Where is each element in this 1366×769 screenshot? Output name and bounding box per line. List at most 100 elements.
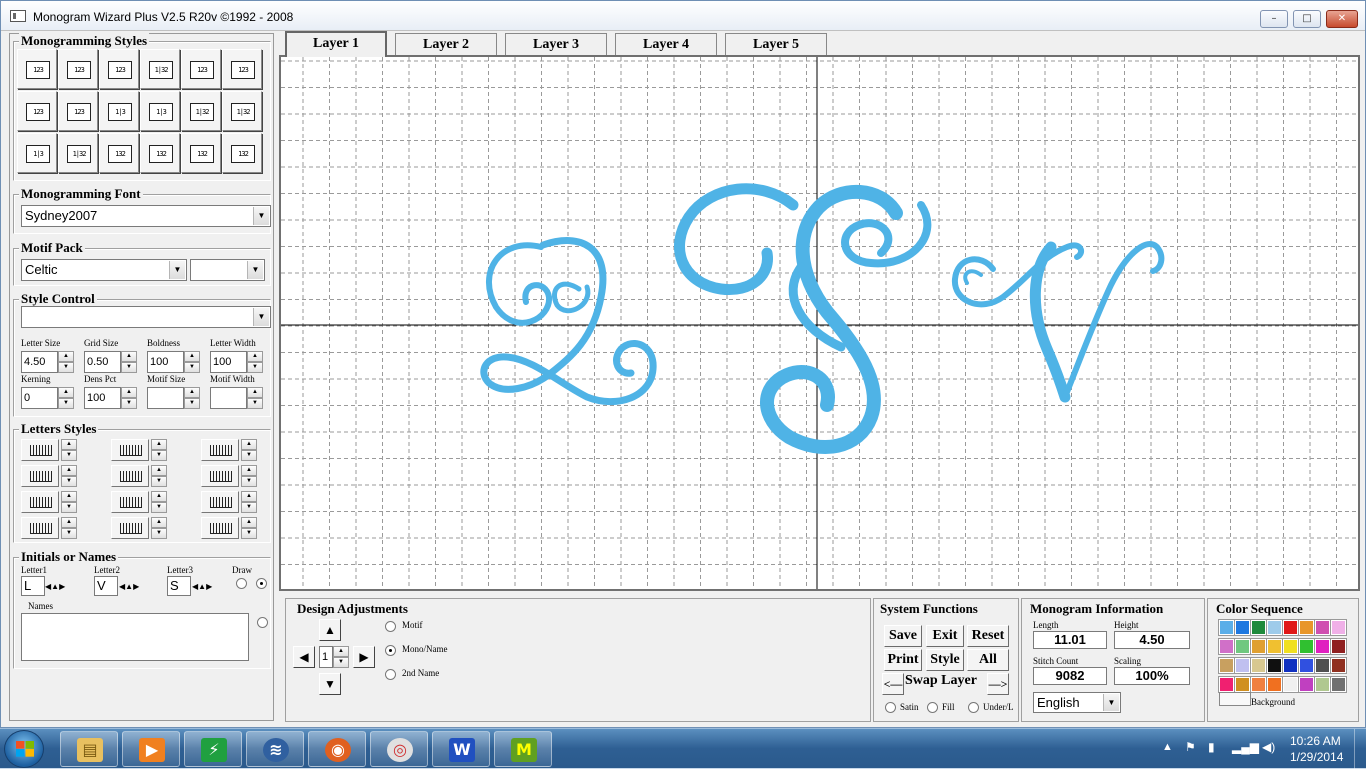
color-swatch[interactable]: [1314, 657, 1331, 674]
monogram-design[interactable]: [281, 57, 1358, 589]
monogram-style-button[interactable]: 123: [17, 91, 57, 131]
stepper-up-icon[interactable]: ▲: [151, 439, 167, 450]
fill-radio[interactable]: [927, 702, 938, 713]
monogram-style-button[interactable]: 123: [99, 49, 139, 89]
monogram-style-button[interactable]: 1|3: [17, 133, 57, 173]
stepper-down-icon[interactable]: ▼: [184, 398, 200, 409]
stepper-arrows[interactable]: ▲ ▼: [247, 351, 263, 373]
step-value[interactable]: 1: [319, 646, 333, 668]
stepper-down-icon[interactable]: ▼: [151, 450, 167, 461]
letter-style-button[interactable]: [201, 517, 239, 539]
font-select[interactable]: Sydney2007 ▼: [21, 205, 271, 227]
stepper-down-icon[interactable]: ▼: [121, 362, 137, 373]
letter-style-button[interactable]: [111, 465, 149, 487]
draw-off-radio[interactable]: [236, 578, 247, 589]
stepper-up-icon[interactable]: ▲: [61, 491, 77, 502]
letter-style-button[interactable]: [201, 465, 239, 487]
maximize-button[interactable]: □: [1293, 10, 1321, 28]
letter1-input[interactable]: L: [21, 576, 45, 596]
stepper-up-icon[interactable]: ▲: [58, 351, 74, 362]
stepper-up-icon[interactable]: ▲: [121, 351, 137, 362]
color-swatch[interactable]: [1250, 676, 1267, 693]
satin-radio[interactable]: [885, 702, 896, 713]
step-up[interactable]: ▲: [333, 646, 349, 657]
tab-layer-3[interactable]: Layer 3: [505, 33, 607, 55]
chevron-down-icon[interactable]: ▼: [253, 207, 269, 225]
reset-button[interactable]: Reset: [967, 625, 1009, 647]
background-swatch[interactable]: [1219, 692, 1251, 706]
chevron-down-icon[interactable]: ▼: [253, 308, 269, 326]
monogram-style-button[interactable]: 1|32: [181, 91, 221, 131]
stepper-arrows[interactable]: ▲ ▼: [184, 387, 200, 409]
design-canvas[interactable]: [279, 55, 1360, 591]
move-up-button[interactable]: ▲: [319, 619, 341, 641]
taskbar-button[interactable]: ◉: [308, 731, 366, 767]
monogram-style-button[interactable]: 123: [222, 49, 262, 89]
monogram-style-button[interactable]: 123: [181, 49, 221, 89]
stepper-down-icon[interactable]: ▼: [184, 362, 200, 373]
save-button[interactable]: Save: [884, 625, 922, 647]
stepper-up-icon[interactable]: ▲: [121, 387, 137, 398]
stepper-arrows[interactable]: ▲ ▼: [184, 351, 200, 373]
show-hidden-icons[interactable]: ▲: [1162, 741, 1173, 753]
clock-time[interactable]: 10:26 AM: [1290, 734, 1341, 748]
show-desktop-button[interactable]: [1354, 729, 1366, 769]
stepper-up-icon[interactable]: ▲: [241, 491, 257, 502]
stepper-down-icon[interactable]: ▼: [241, 450, 257, 461]
stepper-down-icon[interactable]: ▼: [241, 528, 257, 539]
color-swatch[interactable]: [1282, 676, 1299, 693]
color-swatch[interactable]: [1234, 676, 1251, 693]
stepper-up-icon[interactable]: ▲: [61, 517, 77, 528]
monogram-style-button[interactable]: 1|32: [58, 133, 98, 173]
monogram-style-button[interactable]: 123: [17, 49, 57, 89]
stepper-down-icon[interactable]: ▼: [241, 476, 257, 487]
letter-style-button[interactable]: [201, 439, 239, 461]
chevron-down-icon[interactable]: ▼: [169, 261, 185, 279]
stepper-down-icon[interactable]: ▼: [61, 528, 77, 539]
letter-style-button[interactable]: [21, 465, 59, 487]
color-swatch[interactable]: [1298, 657, 1315, 674]
color-swatch[interactable]: [1234, 638, 1251, 655]
monogram-style-button[interactable]: 1|32: [140, 49, 180, 89]
color-swatch[interactable]: [1330, 676, 1347, 693]
letter1-arrows[interactable]: ◀▲▶: [45, 578, 65, 593]
style-field-value[interactable]: [147, 387, 184, 409]
names-radio[interactable]: [257, 617, 268, 628]
swap-right-button[interactable]: —>: [987, 673, 1009, 695]
style-field-value[interactable]: 100: [147, 351, 184, 373]
monogram-style-button[interactable]: 1|3: [99, 91, 139, 131]
monogram-style-button[interactable]: 1|32: [222, 91, 262, 131]
letter-style-button[interactable]: [111, 491, 149, 513]
second-name-radio[interactable]: [385, 669, 396, 680]
monogram-style-button[interactable]: 123: [58, 91, 98, 131]
letter-style-button[interactable]: [201, 491, 239, 513]
stepper-up-icon[interactable]: ▲: [61, 465, 77, 476]
taskbar-button[interactable]: W: [432, 731, 490, 767]
stepper-arrows[interactable]: ▲ ▼: [247, 387, 263, 409]
swap-left-button[interactable]: <—: [882, 673, 904, 695]
motif-select[interactable]: Celtic ▼: [21, 259, 187, 281]
move-right-button[interactable]: ▶: [353, 646, 375, 668]
letter2-arrows[interactable]: ◀▲▶: [119, 578, 139, 593]
all-button[interactable]: All: [967, 649, 1009, 671]
color-swatch[interactable]: [1314, 638, 1331, 655]
letter3-arrows[interactable]: ◀▲▶: [192, 578, 212, 593]
color-swatch[interactable]: [1266, 619, 1283, 636]
color-swatch[interactable]: [1266, 638, 1283, 655]
letter-style-button[interactable]: [21, 491, 59, 513]
chevron-down-icon[interactable]: ▼: [247, 261, 263, 279]
stepper-up-icon[interactable]: ▲: [247, 351, 263, 362]
color-swatch[interactable]: [1218, 638, 1235, 655]
taskbar-button[interactable]: ◎: [370, 731, 428, 767]
letter-style-button[interactable]: [21, 439, 59, 461]
stepper-up-icon[interactable]: ▲: [151, 465, 167, 476]
stepper-down-icon[interactable]: ▼: [58, 398, 74, 409]
style-button[interactable]: Style: [926, 649, 964, 671]
stepper-up-icon[interactable]: ▲: [58, 387, 74, 398]
stepper-up-icon[interactable]: ▲: [184, 387, 200, 398]
clock-date[interactable]: 1/29/2014: [1290, 750, 1343, 764]
tab-layer-5[interactable]: Layer 5: [725, 33, 827, 55]
stepper-down-icon[interactable]: ▼: [151, 476, 167, 487]
color-swatch[interactable]: [1330, 619, 1347, 636]
step-down[interactable]: ▼: [333, 657, 349, 668]
